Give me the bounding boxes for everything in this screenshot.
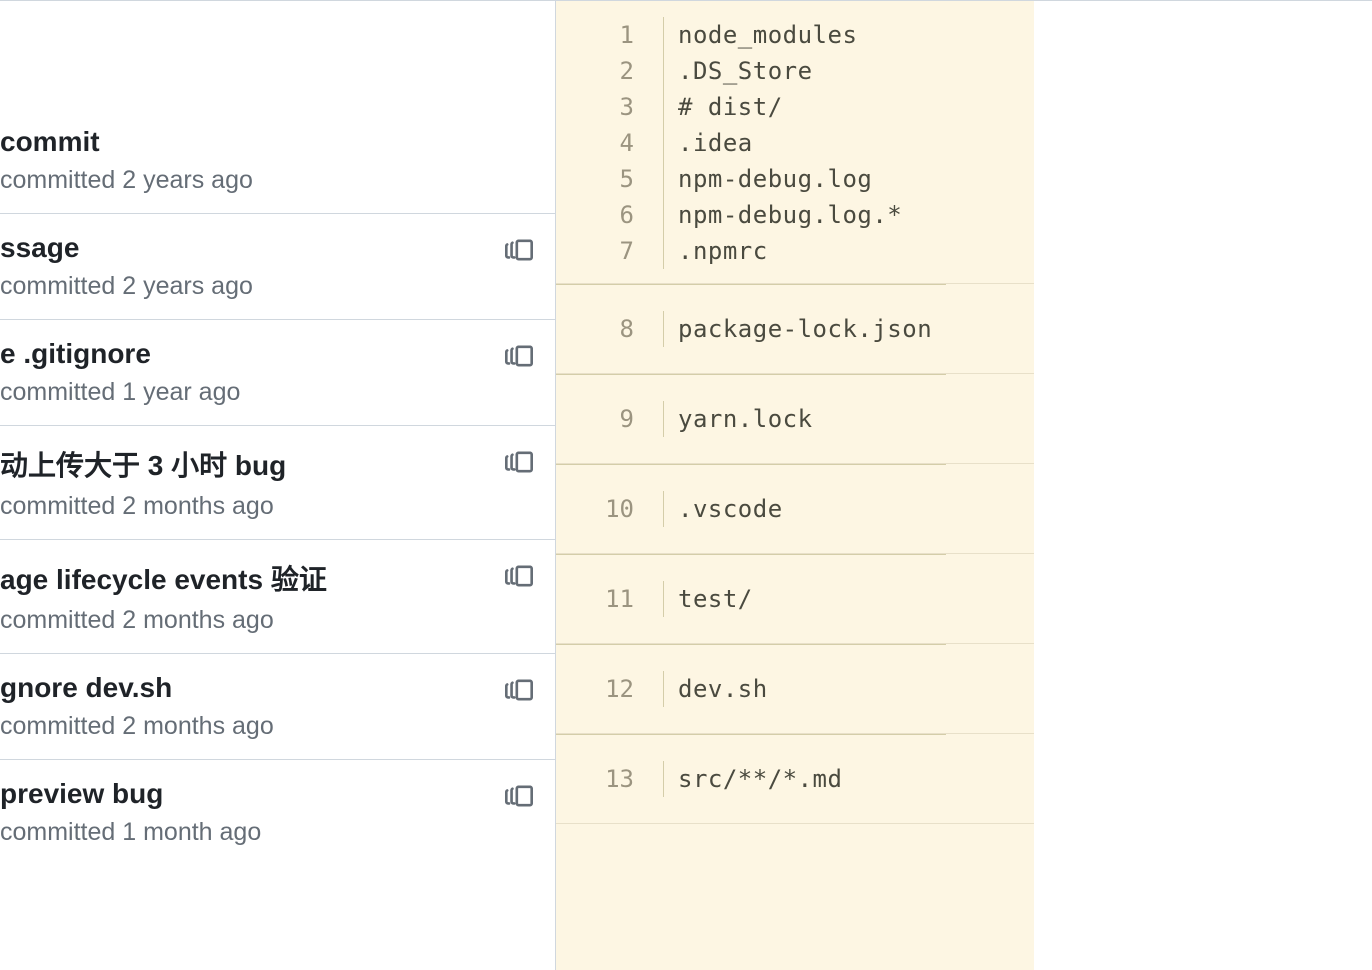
commit-meta: committed 2 months ago xyxy=(0,606,535,635)
line-gutter xyxy=(652,761,664,797)
line-gutter xyxy=(652,53,664,89)
line-gutter xyxy=(652,233,664,269)
commit-item[interactable]: preview bug committed 1 month ago xyxy=(0,759,555,865)
line-content: .idea xyxy=(678,125,753,161)
line-number: 4 xyxy=(556,125,652,161)
commit-item[interactable]: commit committed 2 years ago xyxy=(0,1,555,213)
line-number: 12 xyxy=(556,671,652,707)
commit-item[interactable]: 动上传大于 3 小时 bug committed 2 months ago xyxy=(0,425,555,539)
commit-meta: committed 1 month ago xyxy=(0,818,535,847)
commit-item[interactable]: age lifecycle events 验证 committed 2 mont… xyxy=(0,539,555,653)
code-pane: 1 node_modules 2 .DS_Store 3 # dist/4 .idea 5 np… xyxy=(556,1,1372,970)
line-gutter xyxy=(652,401,664,437)
line-gutter xyxy=(652,161,664,197)
line-number: 7 xyxy=(556,233,652,269)
line-content: package-lock.json xyxy=(678,311,932,347)
line-gutter xyxy=(652,671,664,707)
commit-title: preview bug xyxy=(0,778,535,810)
line-number: 11 xyxy=(556,581,652,617)
commit-list: commit committed 2 years agossage commit… xyxy=(0,1,556,970)
line-number: 13 xyxy=(556,761,652,797)
line-number: 2 xyxy=(556,53,652,89)
line-content: .DS_Store xyxy=(678,53,813,89)
line-number: 1 xyxy=(556,17,652,53)
line-number: 3 xyxy=(556,89,652,125)
commit-title: e .gitignore xyxy=(0,338,535,370)
line-content: .vscode xyxy=(678,491,783,527)
commit-meta: committed 2 months ago xyxy=(0,492,535,521)
line-gutter xyxy=(652,17,664,53)
versions-icon[interactable] xyxy=(505,342,533,370)
commit-title: 动上传大于 3 小时 bug xyxy=(0,444,535,484)
line-gutter xyxy=(652,89,664,125)
commit-item[interactable]: gnore dev.sh committed 2 months ago xyxy=(0,653,555,759)
blame-view: commit committed 2 years agossage commit… xyxy=(0,0,1372,970)
commit-item[interactable]: ssage committed 2 years ago xyxy=(0,213,555,319)
line-number: 5 xyxy=(556,161,652,197)
line-content: # dist/ xyxy=(678,89,783,125)
line-number: 10 xyxy=(556,491,652,527)
versions-icon[interactable] xyxy=(505,782,533,810)
commit-item[interactable]: e .gitignore committed 1 year ago xyxy=(0,319,555,425)
commit-meta: committed 2 years ago xyxy=(0,166,535,195)
commit-title: ssage xyxy=(0,232,535,264)
line-number: 8 xyxy=(556,311,652,347)
line-content: dev.sh xyxy=(678,671,768,707)
right-margin xyxy=(1034,1,1372,970)
line-content: yarn.lock xyxy=(678,401,813,437)
line-content: node_modules xyxy=(678,17,857,53)
line-number: 9 xyxy=(556,401,652,437)
commit-meta: committed 2 years ago xyxy=(0,272,535,301)
commit-title: commit xyxy=(0,126,535,158)
line-content: .npmrc xyxy=(678,233,768,269)
versions-icon[interactable] xyxy=(505,236,533,264)
line-content: src/**/*.md xyxy=(678,761,842,797)
line-number: 6 xyxy=(556,197,652,233)
line-gutter xyxy=(652,581,664,617)
commit-title: gnore dev.sh xyxy=(0,672,535,704)
versions-icon[interactable] xyxy=(505,448,533,476)
commit-meta: committed 2 months ago xyxy=(0,712,535,741)
versions-icon[interactable] xyxy=(505,562,533,590)
line-gutter xyxy=(652,125,664,161)
commit-meta: committed 1 year ago xyxy=(0,378,535,407)
line-content: npm-debug.log xyxy=(678,161,872,197)
line-gutter xyxy=(652,311,664,347)
line-content: npm-debug.log.* xyxy=(678,197,902,233)
line-gutter xyxy=(652,491,664,527)
line-gutter xyxy=(652,197,664,233)
versions-icon[interactable] xyxy=(505,676,533,704)
commit-title: age lifecycle events 验证 xyxy=(0,558,535,598)
line-content: test/ xyxy=(678,581,753,617)
